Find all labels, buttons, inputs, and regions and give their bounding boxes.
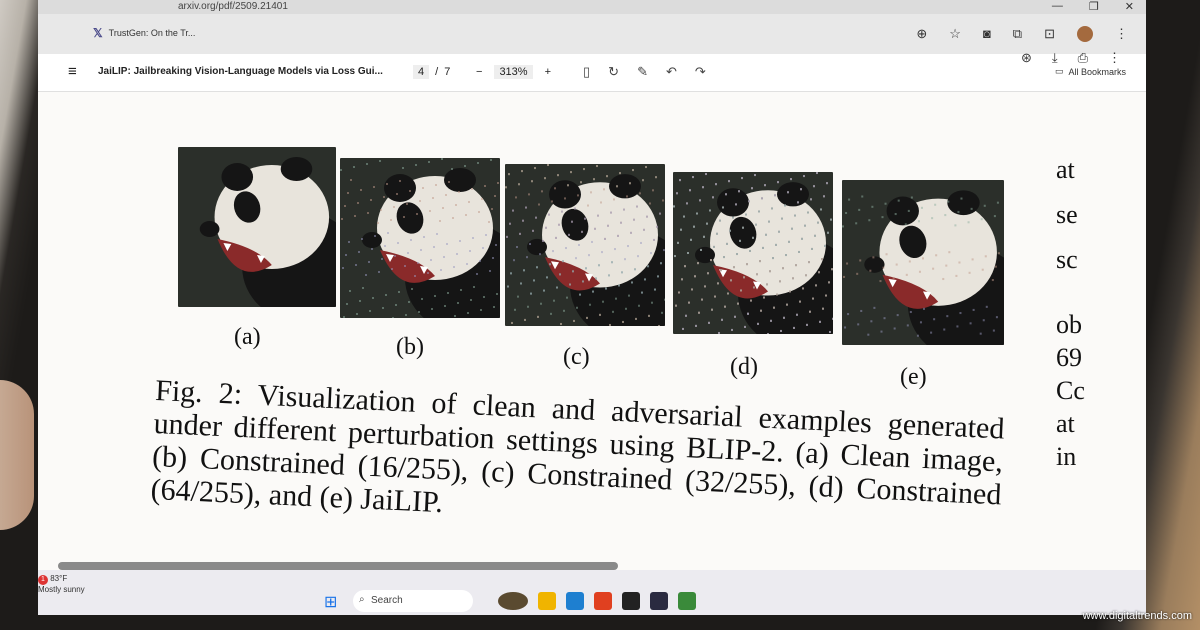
widget-app-icon[interactable] (498, 592, 528, 610)
zoom-value[interactable]: 313% (494, 65, 533, 79)
annotate-icon[interactable]: ✎ (637, 64, 648, 80)
hand (0, 380, 34, 530)
undo-icon[interactable]: ↶ (666, 64, 677, 80)
print-icon[interactable]: ⎙ (1078, 50, 1088, 66)
sublabel-a: (a) (234, 324, 261, 350)
taskbar: 1 83°F Mostly sunny ⊞ ⌕ Search (38, 570, 1146, 615)
window-controls: — ❐ ✕ (1052, 0, 1134, 13)
more-vert-icon[interactable]: ⋮ (1115, 26, 1128, 42)
right-column-text: at se sc ob 69 Cc at in (1056, 147, 1085, 479)
panda-image-e (842, 180, 1004, 345)
weather-desc: Mostly sunny (38, 585, 85, 594)
more-vert-icon[interactable]: ⋮ (1108, 50, 1121, 66)
download-icon[interactable]: ⤓ (1052, 50, 1058, 66)
all-bookmarks[interactable]: ▭ All Bookmarks (1055, 66, 1126, 77)
horizontal-scrollbar[interactable] (58, 562, 618, 570)
search-placeholder: Search (371, 595, 403, 606)
sublabel-b: (b) (396, 334, 424, 360)
watermark: www.digitaltrends.com (1082, 610, 1192, 622)
tab-label: TrustGen: On the Tr... (108, 28, 196, 38)
drive-icon[interactable]: ⊛ (1021, 50, 1032, 66)
chrome-app-icon[interactable] (678, 592, 696, 610)
right-fragment: in (1056, 442, 1077, 471)
right-fragment: se (1056, 200, 1078, 229)
close-icon[interactable]: ✕ (1125, 0, 1134, 13)
total-pages: 7 (444, 66, 451, 78)
sublabel-c: (c) (563, 344, 590, 370)
zoom-out-button[interactable]: − (476, 66, 482, 78)
panda-image-c (505, 164, 665, 326)
restore-icon[interactable]: ❐ (1089, 0, 1099, 13)
star-icon[interactable]: ☆ (949, 26, 961, 42)
folder-icon: ▭ (1054, 66, 1064, 76)
weather-widget[interactable]: 1 83°F Mostly sunny (38, 574, 85, 595)
notification-badge: 1 (38, 575, 48, 585)
page-separator: / (435, 66, 439, 78)
terminal-app-icon[interactable] (622, 592, 640, 610)
bookmarks-label: All Bookmarks (1068, 66, 1126, 77)
current-page-input[interactable]: 4 (413, 65, 430, 79)
file-explorer-icon[interactable] (538, 592, 556, 610)
right-fragment: sc (1056, 245, 1078, 274)
pdf-page: (a) (b) (c) (d) (e) Fig. 2: Visualizatio… (38, 92, 1146, 570)
magnifier-icon[interactable]: ⊕ (916, 26, 927, 42)
redo-icon[interactable]: ↷ (695, 64, 706, 80)
panda-image-d (673, 172, 833, 334)
sublabel-d: (d) (730, 354, 758, 380)
tab-trustgen[interactable]: 𝕏 TrustGen: On the Tr... (93, 22, 195, 44)
extensions-icon[interactable]: ⧉ (1013, 26, 1022, 42)
office-app-icon[interactable] (594, 592, 612, 610)
minimize-icon[interactable]: — (1052, 0, 1063, 13)
fit-page-icon[interactable]: ▯ (583, 64, 590, 80)
page-indicator: 4 / 7 (413, 65, 450, 79)
avatar[interactable] (1077, 26, 1093, 42)
taskbar-search[interactable]: ⌕ Search (353, 590, 473, 612)
weather-temp: 83°F (50, 574, 68, 583)
zoom-in-button[interactable]: + (545, 66, 551, 78)
laptop-screen: arxiv.org/pdf/2509.21401 — ❐ ✕ 𝕏 TrustGe… (38, 0, 1146, 615)
right-fragment: at (1056, 155, 1075, 184)
search-icon: ⌕ (359, 594, 365, 605)
sublabel-e: (e) (900, 364, 927, 390)
address-bar[interactable]: arxiv.org/pdf/2509.21401 — ❐ ✕ (38, 0, 1146, 14)
panda-image-a (178, 147, 336, 307)
zoom-controls: − 313% + (476, 65, 551, 79)
reading-list-icon[interactable]: ⊡ (1044, 26, 1055, 42)
browser-toolbar: ⊕ ☆ ◙ ⧉ ⊡ ⋮ (916, 26, 1128, 42)
pdf-actions: ⊛ ⤓ ⎙ ⋮ (1021, 50, 1121, 66)
camera-icon[interactable]: ◙ (983, 26, 991, 42)
pdf-toolbar: ≡ JaiLIP: Jailbreaking Vision-Language M… (38, 54, 1146, 92)
windows-start-icon[interactable]: ⊞ (324, 592, 337, 612)
tab-favicon-icon: 𝕏 (93, 26, 103, 40)
panda-image-b (340, 158, 500, 318)
edge-browser-icon[interactable] (566, 592, 584, 610)
rotate-icon[interactable]: ↻ (608, 64, 619, 80)
url-text[interactable]: arxiv.org/pdf/2509.21401 (178, 1, 288, 12)
hamburger-icon[interactable]: ≡ (68, 63, 77, 80)
taskbar-apps (498, 592, 696, 610)
tab-strip: 𝕏 TrustGen: On the Tr... ⊕ ☆ ◙ ⧉ ⊡ ⋮ (38, 14, 1146, 54)
pycharm-app-icon[interactable] (650, 592, 668, 610)
pdf-title: JaiLIP: Jailbreaking Vision-Language Mod… (98, 66, 383, 77)
pdf-tools: ▯ ↻ ✎ ↶ ↷ (583, 64, 706, 80)
figure-caption: Fig. 2: Visualization of clean and adver… (150, 374, 1006, 520)
